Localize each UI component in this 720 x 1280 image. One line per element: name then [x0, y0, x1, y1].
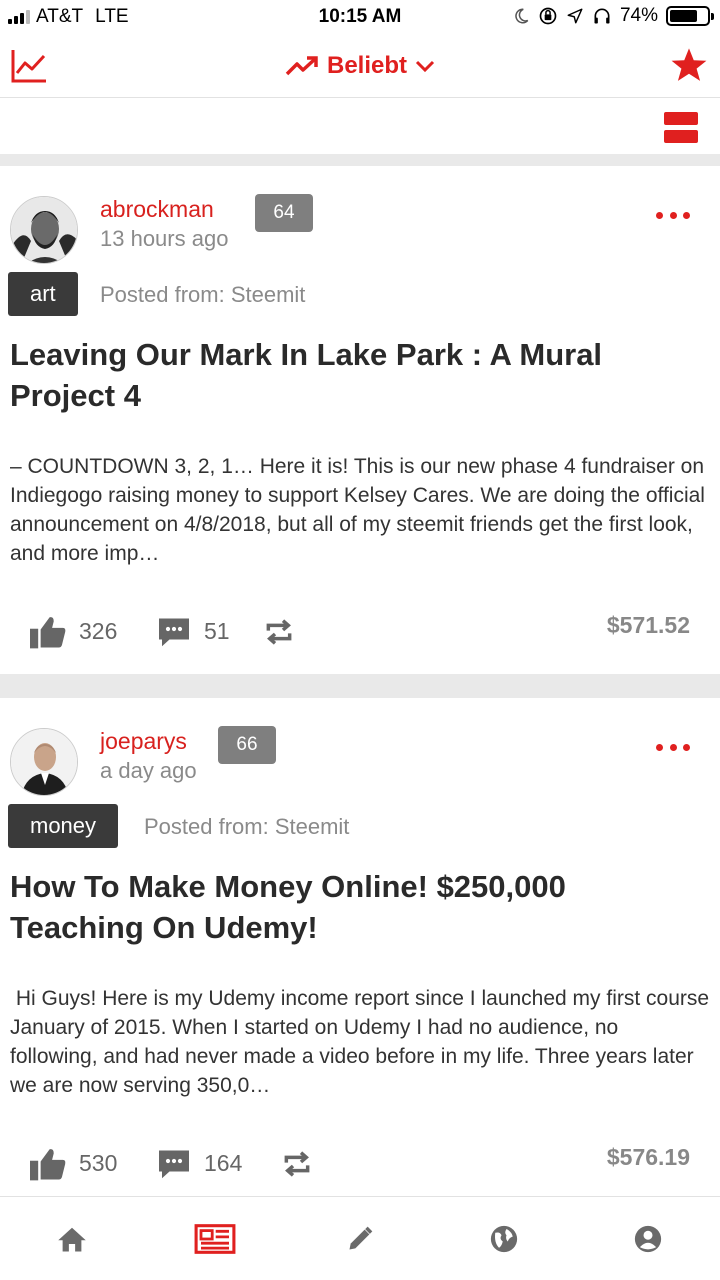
repost-icon[interactable] — [280, 1148, 314, 1180]
home-icon — [58, 1227, 86, 1252]
news-feed-icon — [194, 1224, 236, 1254]
profile-tab[interactable] — [626, 1217, 670, 1261]
payout-value[interactable]: $571.52 — [607, 612, 690, 639]
post-title[interactable]: Leaving Our Mark In Lake Park : A Mural … — [10, 334, 700, 416]
sort-label: Beliebt — [326, 52, 407, 79]
post-card[interactable]: abrockman 64 13 hours ago art Posted fro… — [0, 166, 720, 674]
post-excerpt[interactable]: – COUNTDOWN 3, 2, 1… Here it is! This is… — [10, 452, 710, 568]
news-feed-tab[interactable] — [193, 1217, 237, 1261]
thumbs-up-icon[interactable] — [28, 614, 68, 650]
category-tag[interactable]: money — [8, 804, 119, 848]
avatar[interactable] — [10, 728, 78, 796]
avatar-photo — [11, 197, 77, 263]
list-view-icon[interactable] — [664, 112, 698, 144]
chevron-down-icon — [415, 60, 435, 73]
post-actions: 326 51 $571.52 — [0, 612, 720, 656]
comment-icon[interactable] — [156, 1146, 192, 1182]
category-tag[interactable]: art — [8, 272, 78, 316]
sort-dropdown[interactable]: Beliebt — [285, 52, 435, 80]
comment-count: 51 — [204, 618, 230, 644]
posted-from: Posted from: Steemit — [100, 282, 306, 307]
headphones-icon — [594, 8, 610, 24]
trending-chart-icon[interactable] — [10, 48, 48, 84]
divider — [0, 674, 720, 698]
more-options-icon[interactable] — [656, 209, 690, 221]
post-card[interactable]: joeparys 66 a day ago money Posted from:… — [0, 698, 720, 1196]
sort-selector: Beliebt — [0, 52, 720, 84]
reputation-badge: 66 — [218, 726, 276, 764]
thumbs-up-icon[interactable] — [28, 1146, 68, 1182]
star-icon[interactable] — [670, 46, 708, 84]
posted-from: Posted from: Steemit — [144, 814, 350, 839]
author-name[interactable]: abrockman — [100, 196, 214, 223]
more-options-icon[interactable] — [656, 741, 690, 753]
pencil-icon — [349, 1226, 373, 1250]
battery-percent: 74% — [619, 5, 658, 26]
trending-arrow-icon — [285, 56, 318, 76]
comment-count: 164 — [204, 1150, 243, 1176]
user-account-icon — [634, 1225, 662, 1253]
divider — [0, 154, 720, 166]
post-time: 13 hours ago — [100, 226, 229, 251]
reputation-badge: 64 — [255, 194, 313, 232]
home-tab[interactable] — [50, 1217, 94, 1261]
avatar[interactable] — [10, 196, 78, 264]
post-time: a day ago — [100, 758, 197, 783]
sub-bar — [0, 98, 720, 154]
battery-icon — [666, 6, 714, 26]
repost-icon[interactable] — [262, 616, 296, 648]
avatar-photo — [11, 729, 77, 795]
battery-fill — [670, 10, 697, 22]
post-actions: 530 164 $576.19 — [0, 1144, 720, 1188]
payout-value[interactable]: $576.19 — [607, 1144, 690, 1171]
post-title[interactable]: How To Make Money Online! $250,000 Teach… — [10, 866, 700, 948]
vote-count: 530 — [79, 1150, 118, 1176]
comment-icon[interactable] — [156, 614, 192, 650]
orientation-lock-icon — [539, 7, 557, 25]
location-arrow-icon — [567, 8, 583, 24]
moon-icon — [515, 8, 529, 24]
post-excerpt[interactable]: Hi Guys! Here is my Udemy income report … — [10, 984, 710, 1100]
author-name[interactable]: joeparys — [100, 728, 187, 755]
vote-count: 326 — [79, 618, 118, 644]
status-right: 74% — [512, 5, 714, 27]
explore-tab[interactable] — [482, 1217, 526, 1261]
bottom-nav — [0, 1196, 720, 1280]
write-tab[interactable] — [338, 1217, 382, 1261]
status-bar: AT&T LTE 10:15 AM 74% — [0, 0, 720, 36]
top-nav: Beliebt — [0, 36, 720, 98]
globe-icon — [490, 1225, 518, 1253]
